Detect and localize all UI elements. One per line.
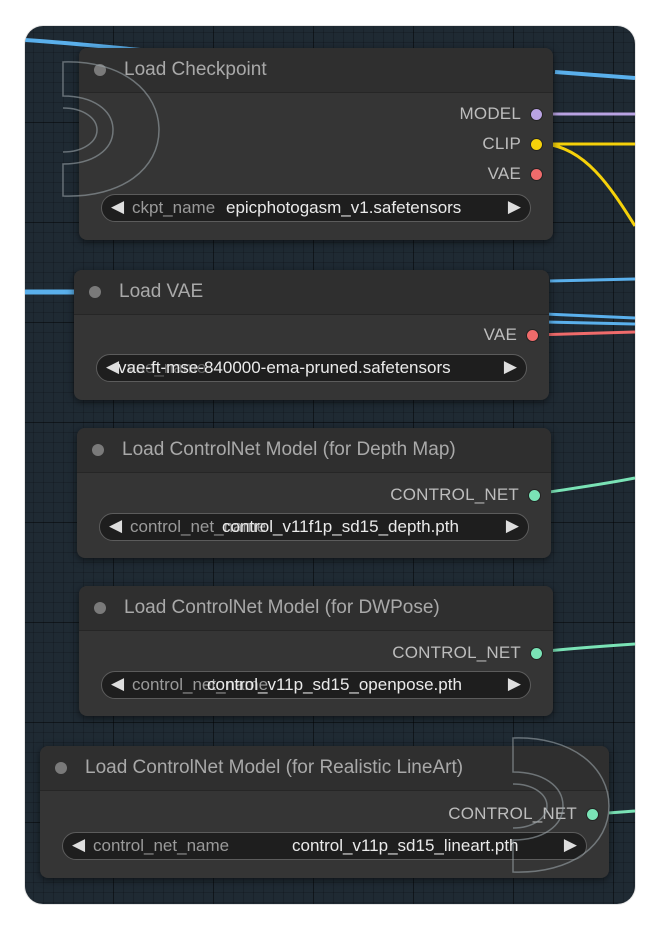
collapse-dot-icon[interactable] bbox=[94, 602, 106, 614]
node-header[interactable]: Load ControlNet Model (for Depth Map) bbox=[77, 428, 551, 473]
node-header[interactable]: Load ControlNet Model (for DWPose) bbox=[79, 586, 553, 631]
output-label: VAE bbox=[483, 325, 517, 344]
arrow-left-icon[interactable]: ◀ bbox=[111, 197, 124, 217]
socket-model-icon[interactable] bbox=[530, 107, 543, 121]
output-label: MODEL bbox=[459, 104, 521, 123]
arrow-left-icon[interactable]: ◀ bbox=[72, 835, 85, 855]
node-title: Load ControlNet Model (for Realistic Lin… bbox=[85, 757, 464, 778]
arrow-right-icon[interactable]: ▶ bbox=[506, 516, 519, 536]
widget-name: control_net_name bbox=[93, 836, 230, 855]
output-vae[interactable]: VAE bbox=[484, 324, 539, 346]
socket-control-net-icon[interactable] bbox=[530, 646, 543, 660]
widget-name: ckpt_name bbox=[132, 198, 216, 217]
node-title: Load ControlNet Model (for DWPose) bbox=[124, 597, 440, 618]
node-title: Load VAE bbox=[119, 281, 204, 302]
node-canvas[interactable]: Load Checkpoint MODEL CLIP VAE ◀ ckpt_na… bbox=[25, 26, 635, 904]
output-control-net[interactable]: CONTROL_NET bbox=[390, 484, 541, 506]
arrow-right-icon[interactable]: ▶ bbox=[508, 197, 521, 217]
output-clip[interactable]: CLIP bbox=[482, 133, 543, 155]
node-load-vae[interactable]: Load VAE VAE ◀ vae_name vae-ft-mse-84000… bbox=[74, 270, 549, 400]
wire-blue-top-right bbox=[554, 70, 635, 80]
wire-blue-mid-right bbox=[549, 277, 635, 283]
output-model[interactable]: MODEL bbox=[460, 103, 543, 125]
watermark-logo-icon bbox=[512, 737, 610, 873]
node-controlnet-depth[interactable]: Load ControlNet Model (for Depth Map) CO… bbox=[77, 428, 551, 558]
node-header[interactable]: Load VAE bbox=[74, 270, 549, 315]
widget-value: vae-ft-mse-840000-ema-pruned.safetensors bbox=[118, 358, 451, 377]
output-label: CONTROL_NET bbox=[390, 485, 519, 504]
control-net-name-combo[interactable]: ◀ control_net_name control_v11f1p_sd15_d… bbox=[99, 513, 529, 541]
socket-control-net-icon[interactable] bbox=[528, 488, 541, 502]
vae-name-combo[interactable]: ◀ vae_name vae-ft-mse-840000-ema-pruned.… bbox=[96, 354, 527, 382]
arrow-right-icon[interactable]: ▶ bbox=[508, 674, 521, 694]
widget-value: control_v11f1p_sd15_depth.pth bbox=[222, 517, 459, 536]
socket-clip-icon[interactable] bbox=[530, 137, 543, 151]
output-vae[interactable]: VAE bbox=[488, 163, 543, 185]
widget-value: epicphotogasm_v1.safetensors bbox=[226, 198, 462, 217]
node-controlnet-dwpose[interactable]: Load ControlNet Model (for DWPose) CONTR… bbox=[79, 586, 553, 716]
output-label: CLIP bbox=[482, 134, 521, 153]
arrow-left-icon[interactable]: ◀ bbox=[109, 516, 122, 536]
arrow-left-icon[interactable]: ◀ bbox=[111, 674, 124, 694]
wire-clip-2 bbox=[544, 142, 635, 227]
output-control-net[interactable]: CONTROL_NET bbox=[392, 642, 543, 664]
widget-value: control_v11p_sd15_lineart.pth bbox=[292, 836, 519, 855]
ckpt-name-combo[interactable]: ◀ ckpt_name epicphotogasm_v1.safetensors… bbox=[101, 194, 531, 222]
wire-blue-vae-2 bbox=[544, 320, 635, 326]
output-label: VAE bbox=[487, 164, 521, 183]
control-net-name-combo[interactable]: ◀ control_net_name control_v11p_sd15_ope… bbox=[101, 671, 531, 699]
widget-value: control_v11p_sd15_openpose.pth bbox=[207, 675, 462, 694]
socket-vae-icon[interactable] bbox=[530, 167, 543, 181]
output-label: CONTROL_NET bbox=[392, 643, 521, 662]
node-title: Load ControlNet Model (for Depth Map) bbox=[122, 439, 456, 460]
collapse-dot-icon[interactable] bbox=[55, 762, 67, 774]
collapse-dot-icon[interactable] bbox=[89, 286, 101, 298]
wire-controlnet-depth bbox=[536, 476, 635, 496]
wire-blue-vae-1 bbox=[544, 312, 635, 320]
collapse-dot-icon[interactable] bbox=[92, 444, 104, 456]
watermark-logo-icon bbox=[62, 61, 160, 197]
socket-vae-icon[interactable] bbox=[526, 328, 539, 342]
arrow-right-icon[interactable]: ▶ bbox=[504, 357, 517, 377]
